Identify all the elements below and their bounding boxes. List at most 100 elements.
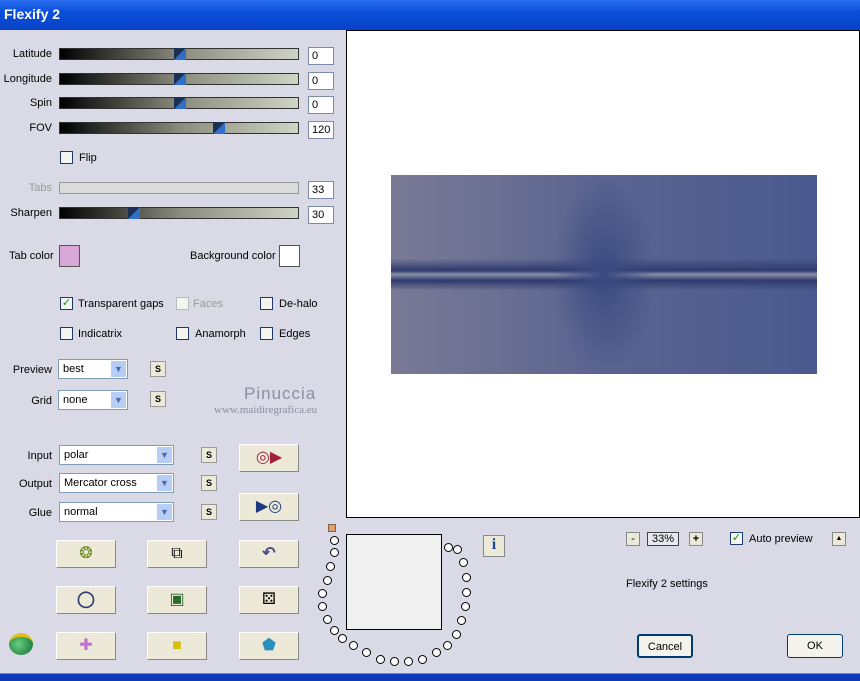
input-select[interactable]: polar ▼ [59,445,174,465]
zoom-in-button[interactable]: + [689,532,703,546]
input-s-button[interactable]: S [201,447,217,463]
chevron-down-icon: ▼ [111,392,126,408]
preview-select[interactable]: best ▼ [58,359,128,379]
faces-checkbox[interactable] [176,297,189,310]
edges-checkbox[interactable] [260,327,273,340]
slider-label: Longitude [3,73,52,85]
navigator-dot[interactable] [318,589,327,598]
slider-label: Sharpen [10,207,52,219]
slider-thumb[interactable] [174,73,186,85]
navigator-thumbnail[interactable] [346,534,442,630]
flip-checkbox[interactable] [60,151,73,164]
load-preset-button[interactable]: ◎▶ [239,444,299,472]
navigator-dot[interactable] [330,536,339,545]
preview-value: best [63,363,84,375]
longitude-value-field[interactable]: 0 [308,72,334,90]
navigator-dot[interactable] [418,655,427,664]
navigator-dot[interactable] [457,616,466,625]
glue-s-button[interactable]: S [201,504,217,520]
ring-icon: ◯ [77,591,95,608]
navigator-dot[interactable] [444,543,453,552]
latitude-slider[interactable] [59,48,299,60]
spin-value-field[interactable]: 0 [308,96,334,114]
tab-color-swatch[interactable] [59,245,80,267]
navigator-dot[interactable] [453,545,462,554]
slider-thumb[interactable] [128,207,141,219]
navigator-dot[interactable] [349,641,358,650]
tabs-slider[interactable] [59,182,299,194]
background-color-swatch[interactable] [279,245,300,267]
navigator-dot[interactable] [330,548,339,557]
navigator-dot[interactable] [432,648,441,657]
collapse-button[interactable]: ▲ [832,532,846,546]
fov-slider[interactable] [59,122,299,134]
cancel-button[interactable]: Cancel [637,634,693,658]
flip-label: Flip [79,152,97,164]
zoom-level: 33% [647,532,679,546]
anamorph-label: Anamorph [195,328,246,340]
sharpen-value-field[interactable]: 30 [308,206,334,224]
navigator-dot[interactable] [326,562,335,571]
navigator-dot[interactable] [323,576,332,585]
navigator-dot[interactable] [318,602,327,611]
output-s-button[interactable]: S [201,475,217,491]
longitude-slider[interactable] [59,73,299,85]
save-preset-button[interactable]: ▶◎ [239,493,299,521]
zoom-out-button[interactable]: - [626,532,640,546]
navigator-dot[interactable] [462,573,471,582]
preview-s-button[interactable]: S [150,361,166,377]
output-label: Output [18,478,52,490]
random-dice-button[interactable]: ⚄ [239,586,299,614]
preview-image [391,175,817,374]
ring-button[interactable]: ◯ [56,586,116,614]
grid-label: Grid [31,395,52,407]
slider-thumb[interactable] [174,48,186,60]
copy-button[interactable]: ⧉ [147,540,207,568]
slider-thumb[interactable] [174,97,186,109]
undo-button[interactable]: ↶ [239,540,299,568]
navigator-dot[interactable] [452,630,461,639]
transparent-gaps-checkbox[interactable]: ✓ [60,297,73,310]
cross-net-button[interactable]: ✚ [56,632,116,660]
ok-button[interactable]: OK [787,634,843,658]
preview-area[interactable] [346,30,860,518]
position-marker[interactable] [328,524,336,532]
input-value: polar [64,449,89,461]
glue-select[interactable]: normal ▼ [59,502,174,522]
spin-slider[interactable] [59,97,299,109]
globe-button[interactable]: ❂ [56,540,116,568]
pentagon-button[interactable]: ⬟ [239,632,299,660]
navigator-dot[interactable] [338,634,347,643]
settings-label: Flexify 2 settings [626,578,708,590]
lego-brick-icon: ■ [172,637,182,654]
auto-preview-checkbox[interactable]: ✓ [730,532,743,545]
grid-s-button[interactable]: S [150,391,166,407]
grid-select[interactable]: none ▼ [58,390,128,410]
navigator-dot[interactable] [376,655,385,664]
navigator-dot[interactable] [459,558,468,567]
navigator-dot[interactable] [461,602,470,611]
anamorph-checkbox[interactable] [176,327,189,340]
navigator-dot[interactable] [330,626,339,635]
output-select[interactable]: Mercator cross ▼ [59,473,174,493]
navigator-dot[interactable] [462,588,471,597]
indicatrix-checkbox[interactable] [60,327,73,340]
navigator-dot[interactable] [404,657,413,666]
brick-button[interactable]: ■ [147,632,207,660]
fov-value-field[interactable]: 120 [308,121,334,139]
navigator-dot[interactable] [362,648,371,657]
slider-label: Spin [29,97,52,109]
copy-pages-icon: ⧉ [171,545,183,562]
info-button[interactable]: i [483,535,505,557]
square-frame-icon: ▣ [169,591,185,608]
sharpen-slider[interactable] [59,207,299,219]
tabs-value-field[interactable]: 33 [308,181,334,199]
de-halo-checkbox[interactable] [260,297,273,310]
navigator-dot[interactable] [323,615,332,624]
tab-color-label: Tab color [9,250,54,262]
slider-thumb[interactable] [212,122,225,134]
navigator-dot[interactable] [390,657,399,666]
latitude-value-field[interactable]: 0 [308,47,334,65]
square-frame-button[interactable]: ▣ [147,586,207,614]
navigator-dot[interactable] [443,641,452,650]
